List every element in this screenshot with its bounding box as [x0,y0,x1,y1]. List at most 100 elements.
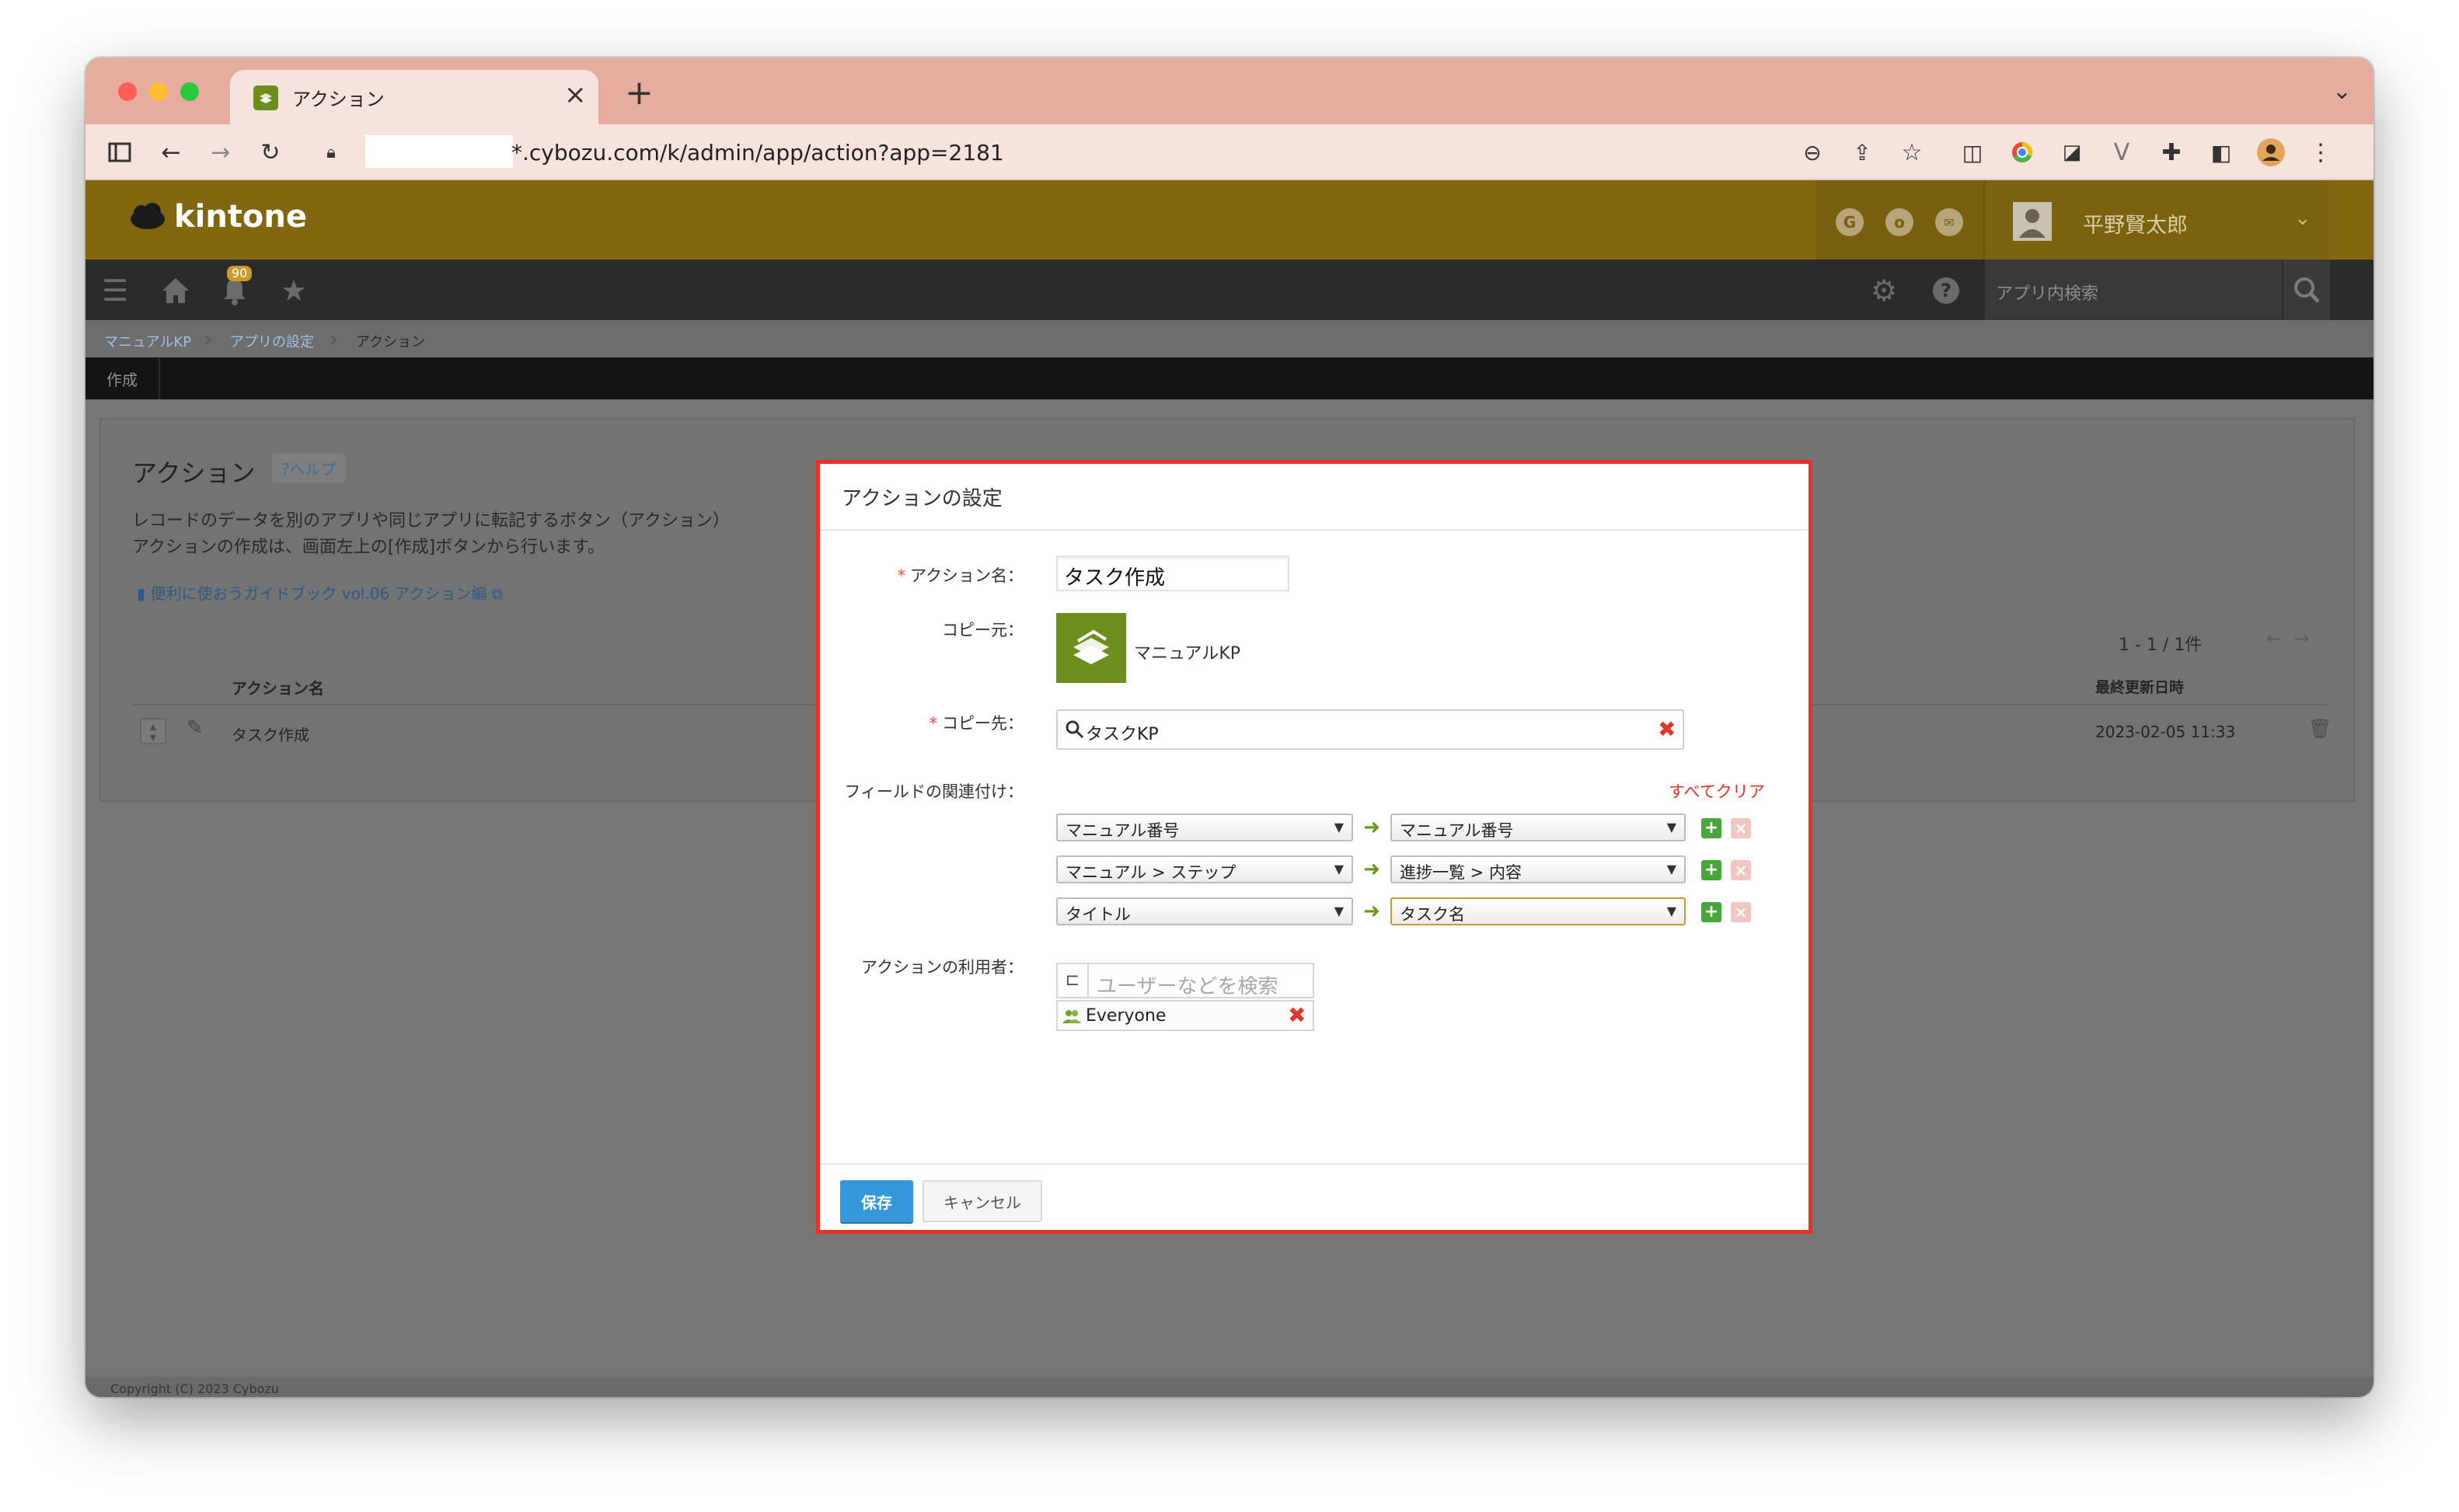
add-mapping-icon[interactable]: + [1701,818,1721,838]
create-button[interactable]: 作成 [85,357,160,399]
copy-dest-field[interactable]: タスクKP ✖ [1056,709,1684,750]
profile-icon[interactable] [2254,135,2288,169]
chevron-down-icon[interactable]: ⌄ [2294,207,2311,230]
next-page-icon[interactable]: → [2293,628,2309,650]
reading-mode-icon[interactable]: ◫ [1955,135,1990,169]
description-line: アクションの作成は、画面左上の[作成]ボタンから行います。 [132,538,605,557]
chrome-ext-icon[interactable] [2005,135,2039,169]
search-icon[interactable] [2283,260,2330,320]
save-button[interactable]: 保存 [840,1180,913,1222]
prev-page-icon[interactable]: ← [2266,628,2282,650]
settings-gear-icon[interactable]: ⚙ [1867,273,1901,308]
favorites-star-icon[interactable]: ★ [277,273,311,308]
tab-search-chevron-icon[interactable]: ⌄ [2332,78,2352,105]
bookmark-star-icon[interactable]: ☆ [1895,135,1929,169]
url-text[interactable]: *.cybozu.com/k/admin/app/action?app=2181 [511,140,1004,165]
cancel-button[interactable]: キャンセル [923,1180,1042,1222]
url-redacted-region [365,135,513,168]
side-panel-icon[interactable]: ◧ [2204,135,2238,169]
breadcrumb-separator-icon: › [330,326,339,352]
home-icon[interactable] [159,273,193,308]
lock-icon[interactable]: 🔒︎ [314,135,348,169]
breadcrumb-item-app[interactable]: マニュアルKP [104,331,191,351]
field-mapping-label: フィールドの関連付け： [844,782,1024,801]
breadcrumb-item-settings[interactable]: アプリの設定 [230,331,314,351]
user-search-input[interactable]: ⊏ ユーザーなどを検索 [1056,963,1314,998]
add-mapping-icon[interactable]: + [1701,860,1721,880]
tab-strip: アクション × + ⌄ [85,57,2374,124]
avatar[interactable] [2013,202,2052,241]
target-field-select[interactable]: タスク名 ▼ [1390,897,1686,925]
zoom-icon[interactable]: ⊖ [1795,135,1829,169]
new-tab-button[interactable]: + [625,76,654,110]
forward-icon[interactable]: → [204,135,238,169]
close-window-button[interactable] [118,82,137,101]
external-link-icon: ⧉ [491,584,504,603]
edit-icon[interactable]: ✎ [187,716,204,740]
map-arrow-icon: ➜ [1363,816,1380,839]
clear-dest-icon[interactable]: ✖ [1658,719,1676,740]
reload-icon[interactable]: ↻ [253,135,288,169]
garoon-icon[interactable]: G [1836,208,1864,236]
extensions-icon[interactable]: ✚ [2154,135,2189,169]
user-search-placeholder: ユーザーなどを検索 [1097,975,1278,998]
help-icon[interactable]: ? [1929,273,1963,308]
kintone-header: kintone G o ✉ 平野賢太郎 ⌄ [85,180,2374,260]
remove-mapping-icon[interactable]: × [1731,902,1751,922]
vue-ext-icon[interactable]: V [2105,135,2139,169]
select-value: タイトル [1066,905,1131,924]
more-icon[interactable]: ⋮ [2304,135,2338,169]
source-field-select[interactable]: マニュアル番号 ▼ [1056,813,1353,841]
selected-user-name: Everyone [1086,1006,1167,1026]
svg-text:?: ? [1941,280,1952,301]
user-name[interactable]: 平野賢太郎 [2083,208,2188,239]
target-field-select[interactable]: 進捗一覧 > 内容 ▼ [1390,855,1686,883]
caret-down-icon: ▼ [1334,862,1344,876]
action-name-input[interactable]: タスク作成 [1056,556,1289,591]
reorder-handle-icon[interactable]: ▴ ▾ [140,718,166,744]
office-icon[interactable]: o [1885,208,1913,236]
remove-mapping-icon[interactable]: × [1731,818,1751,838]
minimize-window-button[interactable] [149,82,168,101]
required-asterisk: * [897,566,906,585]
help-link[interactable]: ?ヘルプ [272,454,346,483]
column-header-updated[interactable]: 最終更新日時 [2095,676,2184,697]
source-field-select[interactable]: マニュアル > ステップ ▼ [1056,855,1353,883]
menu-icon[interactable]: ☰ [98,273,132,308]
remove-user-icon[interactable]: ✖ [1288,1005,1306,1026]
maximize-window-button[interactable] [180,82,199,101]
caret-down-icon: ▼ [1666,904,1676,918]
guide-link[interactable]: ▮ 便利に使おうガイドブック vol.06 アクション編 ⧉ [137,581,503,604]
divider [820,1163,1808,1165]
app-search-input[interactable]: アプリ内検索 [1985,260,2282,320]
close-tab-icon[interactable]: × [564,79,587,110]
copy-source-label: コピー元： [942,621,1024,639]
pager-arrows[interactable]: ← → [2266,628,2309,650]
back-icon[interactable]: ← [154,135,188,169]
map-arrow-icon: ➜ [1363,900,1380,923]
browser-tab-active[interactable]: アクション × [230,70,598,124]
remove-mapping-icon[interactable]: × [1731,860,1751,880]
trash-icon[interactable]: 🗑︎ [2308,718,2332,740]
kintone-logo[interactable]: kintone [129,199,307,235]
clear-all-link[interactable]: すべてクリア [1669,779,1765,803]
add-mapping-icon[interactable]: + [1701,902,1721,922]
caret-down-icon: ▼ [1334,904,1344,918]
send-ext-icon[interactable]: ◪ [2055,135,2089,169]
source-app-icon [1056,613,1126,683]
dialog-title: アクションの設定 [842,487,1003,510]
target-field-select[interactable]: マニュアル番号 ▼ [1390,813,1686,841]
notification-badge: 90 [227,266,253,281]
page-description: レコードのデータを別のアプリや同じアプリに転記するボタン（アクション） アクショ… [132,508,730,561]
copy-dest-label: * コピー先： [820,711,1024,734]
source-field-select[interactable]: タイトル ▼ [1056,897,1353,925]
sidebar-icon[interactable] [103,135,137,169]
mail-icon[interactable]: ✉ [1935,208,1963,236]
column-header-name[interactable]: アクション名 [232,676,324,699]
select-value: タスク名 [1400,905,1465,924]
search-icon [1066,720,1084,739]
org-tree-icon[interactable]: ⊏ [1058,964,1089,997]
select-value: マニュアル番号 [1066,821,1180,840]
description-line: レコードのデータを別のアプリや同じアプリに転記するボタン（アクション） [132,511,730,531]
share-icon[interactable]: ⇪ [1845,135,1879,169]
